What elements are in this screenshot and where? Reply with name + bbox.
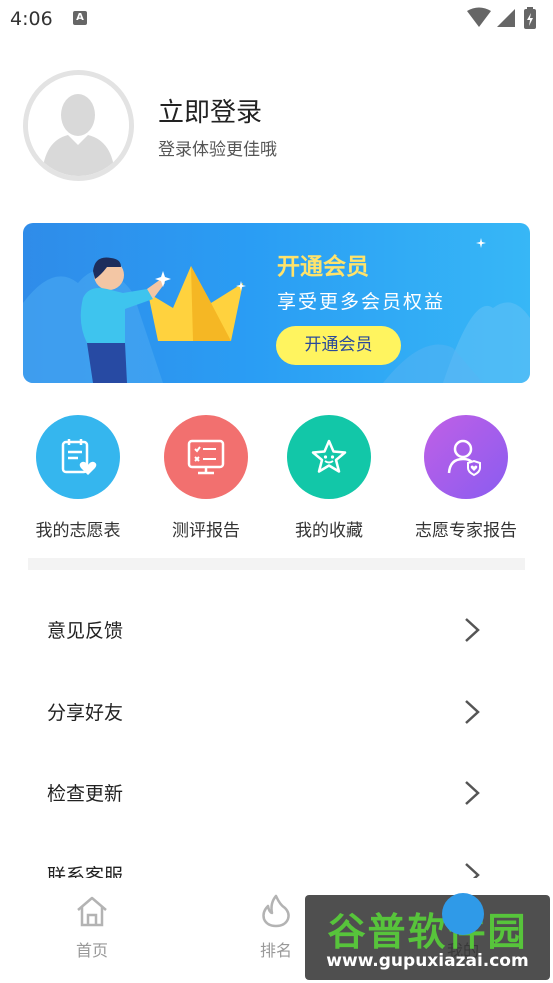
vip-subtitle: 享受更多会员权益 [277,291,446,313]
nav-home[interactable]: 首页 [57,893,127,973]
nav-label: 排名 [259,941,292,960]
notification-icon: A [73,11,87,25]
my-favorites[interactable]: 我的收藏 [259,415,399,545]
quick-actions: 我的志愿表 测评报告 我的收藏 志愿专家报告 [0,415,553,545]
status-bar: 4:06 A [0,0,553,40]
nav-label: 首页 [75,941,108,960]
login-subtitle: 登录体验更佳哦 [158,140,277,160]
fire-icon [262,894,290,928]
my-volunteer-list[interactable]: 我的志愿表 [8,415,148,545]
expert-user-icon [424,415,508,499]
vip-banner[interactable]: 开通会员 享受更多会员权益 开通会员 [23,223,530,383]
vip-title: 开通会员 [277,254,369,280]
menu-label: 检查更新 [47,783,124,805]
nav-ranking[interactable]: 排名 [241,893,311,973]
chevron-right-icon [465,700,480,724]
chevron-right-icon [465,781,480,805]
watermark-url: www.gupuxiazai.com [326,951,529,971]
menu-item-update[interactable]: 检查更新 [0,753,553,833]
expert-report[interactable]: 志愿专家报告 [396,415,536,545]
report-screen-icon [164,415,248,499]
menu-label: 分享好友 [47,702,124,724]
status-icons [467,7,536,29]
assessment-report[interactable]: 测评报告 [136,415,276,545]
menu-label: 意见反馈 [47,620,124,642]
quick-label: 我的收藏 [295,521,363,541]
clipboard-heart-icon [36,415,120,499]
menu-item-share[interactable]: 分享好友 [0,672,553,752]
signal-icon [497,9,515,27]
login-title[interactable]: 立即登录 [158,92,262,129]
wifi-icon [467,7,491,27]
home-icon [77,896,107,927]
default-avatar-icon [28,75,129,176]
avatar[interactable] [23,70,134,181]
star-icon [287,415,371,499]
section-divider [28,558,525,570]
chevron-right-icon [465,618,480,642]
open-vip-button[interactable]: 开通会员 [276,326,401,365]
quick-label: 我的志愿表 [35,521,121,541]
watermark-overlay: 谷普软件园 www.gupuxiazai.com [305,895,550,980]
menu-item-feedback[interactable]: 意见反馈 [0,590,553,670]
watermark-logo-icon [442,893,484,935]
quick-label: 志愿专家报告 [415,521,517,541]
quick-label: 测评报告 [172,521,240,541]
status-time: 4:06 [10,8,53,30]
profile-header[interactable]: 立即登录 登录体验更佳哦 [0,68,553,183]
watermark-title: 谷普软件园 [327,910,528,954]
